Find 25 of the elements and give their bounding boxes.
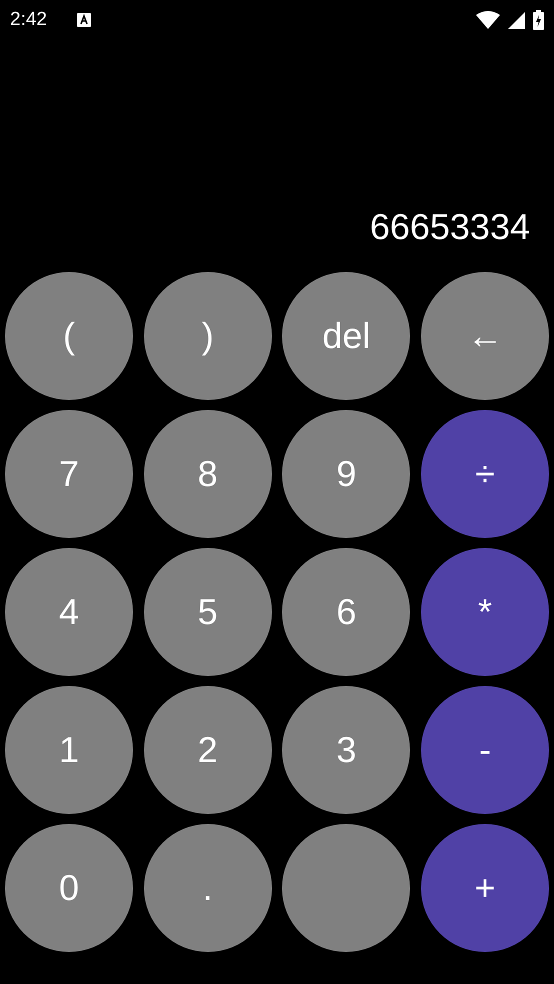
calculator-key[interactable]: 7 (5, 410, 133, 538)
calculator-key[interactable]: + (421, 824, 550, 952)
calculator-key[interactable]: 4 (5, 548, 133, 676)
battery-icon (533, 10, 544, 30)
calculator-key[interactable]: 1 (5, 686, 133, 814)
calculator-key[interactable]: ← (421, 272, 550, 400)
calculator-key[interactable]: * (421, 548, 550, 676)
calculator-key[interactable]: 2 (144, 686, 272, 814)
calculator-key[interactable]: 6 (282, 548, 410, 676)
calculator-key[interactable]: del (282, 272, 410, 400)
calculator-key[interactable]: 5 (144, 548, 272, 676)
calculator-key[interactable]: 0 (5, 824, 133, 952)
calculator-key[interactable]: ( (5, 272, 133, 400)
calculator-key[interactable]: . (144, 824, 272, 952)
keyboard-icon (76, 13, 91, 27)
wifi-icon (476, 11, 500, 29)
status-time: 2:42 (10, 9, 47, 31)
calculator-key[interactable]: ÷ (421, 410, 550, 538)
calculator-key[interactable]: ) (144, 272, 272, 400)
calculator-key[interactable]: 8 (144, 410, 272, 538)
calculator-key[interactable]: 3 (282, 686, 410, 814)
display-value: 66653334 (370, 206, 530, 248)
signal-icon (508, 12, 525, 28)
calculator-key[interactable]: - (421, 686, 550, 814)
calculator-key[interactable]: 9 (282, 410, 410, 538)
